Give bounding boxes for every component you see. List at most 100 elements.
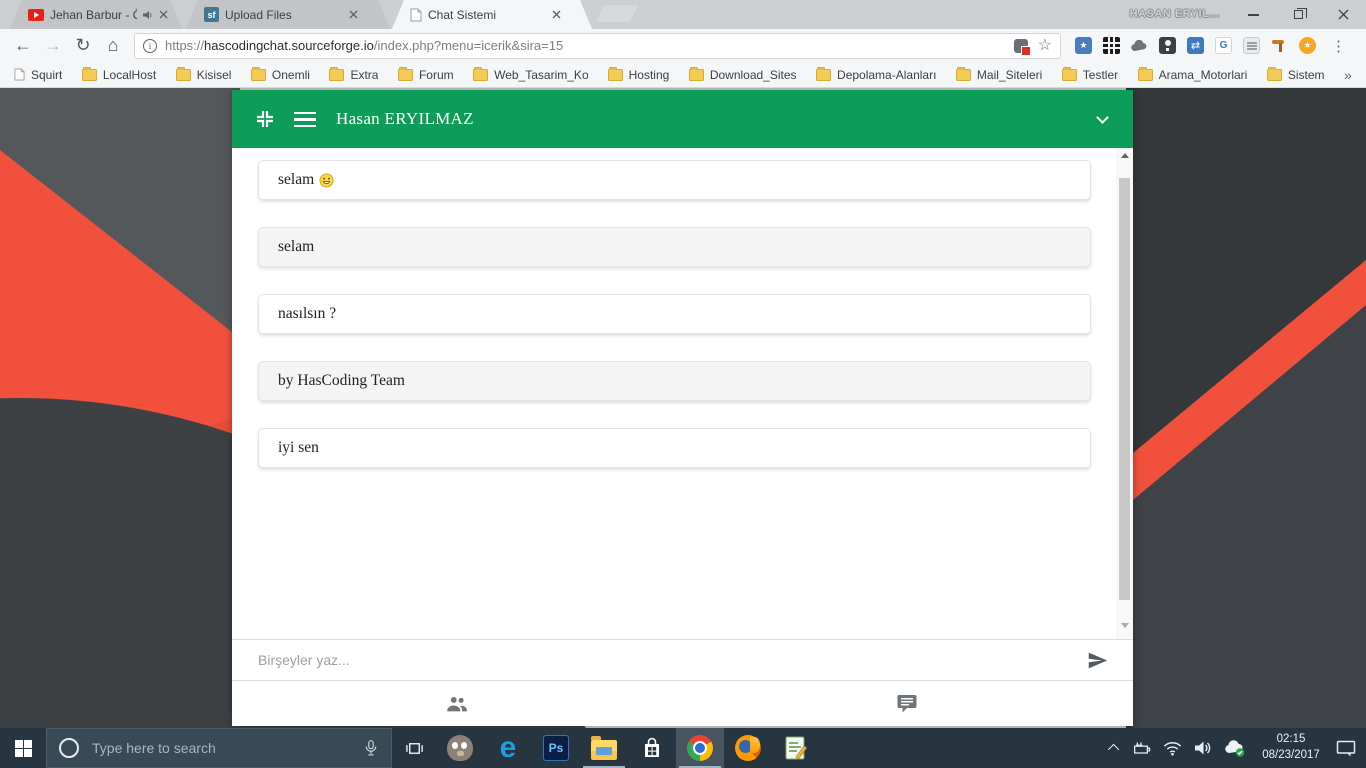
extension-grid-icon[interactable]: [1103, 37, 1120, 54]
extension-star-orange-icon[interactable]: [1299, 37, 1316, 54]
message-bubble: selam: [258, 227, 1091, 267]
restore-icon: [1294, 10, 1303, 19]
bookmark-folder-depolama[interactable]: Depolama-Alanları: [816, 68, 936, 82]
back-button[interactable]: ←: [10, 33, 36, 59]
close-button[interactable]: [1321, 0, 1366, 29]
smiley-emoji-icon: [319, 173, 334, 188]
extension-lightbulb-icon[interactable]: [1159, 37, 1176, 54]
browser-toolbar: ← → ↻ ⌂ https://hascodingchat.sourceforg…: [0, 29, 1366, 62]
firefox-icon: [735, 735, 761, 761]
forward-button[interactable]: →: [40, 33, 66, 59]
taskbar-app-gimp[interactable]: [436, 728, 484, 768]
tab-close-icon[interactable]: [552, 10, 561, 19]
gimp-icon: [447, 735, 473, 761]
extension-swap-icon[interactable]: [1187, 37, 1204, 54]
send-button[interactable]: [1085, 648, 1109, 672]
windows-logo-icon: [15, 740, 32, 757]
chrome-icon: [687, 735, 713, 761]
bookmark-folder-sistem[interactable]: Sistem: [1267, 68, 1325, 82]
scroll-up-arrow[interactable]: [1116, 148, 1133, 163]
bookmark-folder-testler[interactable]: Testler: [1062, 68, 1118, 82]
editor-icon: [783, 735, 809, 761]
users-button[interactable]: [444, 691, 470, 717]
speaker-icon[interactable]: [1194, 740, 1212, 756]
taskbar-app-file-explorer[interactable]: [580, 728, 628, 768]
taskbar-app-photoshop[interactable]: [532, 728, 580, 768]
chrome-profile-name[interactable]: HASAN ERYIL...: [1130, 8, 1220, 20]
bookmark-folder-download-sites[interactable]: Download_Sites: [689, 68, 797, 82]
tab-chat-sistemi[interactable]: Chat Sistemi: [392, 0, 592, 29]
start-button[interactable]: [0, 728, 46, 768]
messages-button[interactable]: [895, 691, 921, 717]
chevron-down-icon[interactable]: [1096, 111, 1109, 124]
bookmark-folder-arama-motorlari[interactable]: Arama_Motorlari: [1138, 68, 1248, 82]
address-bar[interactable]: https://hascodingchat.sourceforge.io/ind…: [134, 33, 1061, 59]
folder-icon: [689, 69, 704, 81]
bookmark-squirt[interactable]: Squirt: [14, 68, 62, 82]
cloud-sync-icon[interactable]: [1224, 740, 1246, 757]
taskbar-app-store[interactable]: [628, 728, 676, 768]
extension-notes-icon[interactable]: [1243, 37, 1260, 54]
menu-hamburger-icon[interactable]: [294, 112, 316, 127]
bookmark-folder-localhost[interactable]: LocalHost: [82, 68, 156, 82]
taskbar-search[interactable]: Type here to search: [46, 728, 392, 768]
folder-icon: [1138, 69, 1153, 81]
folder-icon: [473, 69, 488, 81]
tab-upload-files[interactable]: Upload Files: [186, 0, 390, 29]
message-bubble: nasılsın ?: [258, 294, 1091, 334]
message-bubble: selam: [258, 160, 1091, 200]
bookmark-folder-mail-siteleri[interactable]: Mail_Siteleri: [956, 68, 1042, 82]
taskbar-app-chrome[interactable]: [676, 728, 724, 768]
minimize-button[interactable]: [1231, 0, 1276, 29]
file-explorer-icon: [591, 740, 617, 760]
bookmark-folder-kisisel[interactable]: Kisisel: [176, 68, 232, 82]
taskbar-clock[interactable]: 02:15 08/23/2017: [1258, 732, 1324, 763]
tab-close-icon[interactable]: [159, 10, 168, 19]
bookmark-folder-onemli[interactable]: Onemli: [251, 68, 310, 82]
folder-icon: [176, 69, 191, 81]
tab-jehan-barbur[interactable]: Jehan Barbur - Öylesi: [10, 0, 182, 29]
edge-icon: [495, 735, 521, 761]
bookmark-folder-forum[interactable]: Forum: [398, 68, 454, 82]
tab-close-icon[interactable]: [349, 10, 358, 19]
message-input[interactable]: [258, 652, 1085, 668]
bookmark-star-icon[interactable]: [1038, 38, 1052, 54]
extension-translate-icon[interactable]: [1215, 37, 1232, 54]
taskbar-app-editor[interactable]: [772, 728, 820, 768]
bookmark-folder-hosting[interactable]: Hosting: [608, 68, 670, 82]
microphone-icon[interactable]: [363, 738, 379, 758]
message-text: iyi sen: [278, 439, 319, 457]
clock-date: 08/23/2017: [1258, 748, 1324, 764]
bookmark-folder-web-tasarim[interactable]: Web_Tasarim_Kodlam: [473, 68, 588, 82]
reload-button[interactable]: ↻: [70, 33, 96, 59]
window-controls: [1231, 0, 1366, 29]
url-text: https://hascodingchat.sourceforge.io/ind…: [165, 38, 1006, 53]
restore-button[interactable]: [1276, 0, 1321, 29]
wifi-icon[interactable]: [1163, 741, 1182, 756]
battery-icon[interactable]: [1131, 740, 1151, 756]
scroll-down-arrow[interactable]: [1116, 618, 1133, 633]
compress-icon[interactable]: [256, 110, 274, 128]
task-view-button[interactable]: [392, 728, 436, 768]
taskbar-app-firefox[interactable]: [724, 728, 772, 768]
tray-chevron-up-icon[interactable]: [1108, 744, 1119, 755]
action-center-button[interactable]: [1336, 740, 1356, 757]
content-blocked-icon[interactable]: [1014, 39, 1028, 53]
tab-title: Chat Sistemi: [428, 8, 546, 22]
extension-tool-icon[interactable]: [1271, 37, 1288, 54]
home-button[interactable]: ⌂: [100, 33, 126, 59]
bookmark-folder-extra[interactable]: Extra: [329, 68, 378, 82]
browser-menu-button[interactable]: [1327, 37, 1350, 55]
new-tab-button[interactable]: [596, 5, 638, 22]
cortana-icon: [59, 738, 79, 758]
extension-star-blue-icon[interactable]: [1075, 37, 1092, 54]
message-input-row: [232, 639, 1133, 680]
tab-audio-icon[interactable]: [143, 10, 153, 20]
chat-scrollbar[interactable]: [1116, 148, 1133, 639]
task-view-icon: [405, 739, 424, 758]
scrollbar-thumb[interactable]: [1119, 178, 1130, 600]
site-info-icon[interactable]: [143, 39, 157, 53]
extension-cloud-icon[interactable]: [1131, 37, 1148, 54]
bookmarks-overflow-chevron[interactable]: »: [1344, 67, 1352, 83]
taskbar-app-edge[interactable]: [484, 728, 532, 768]
